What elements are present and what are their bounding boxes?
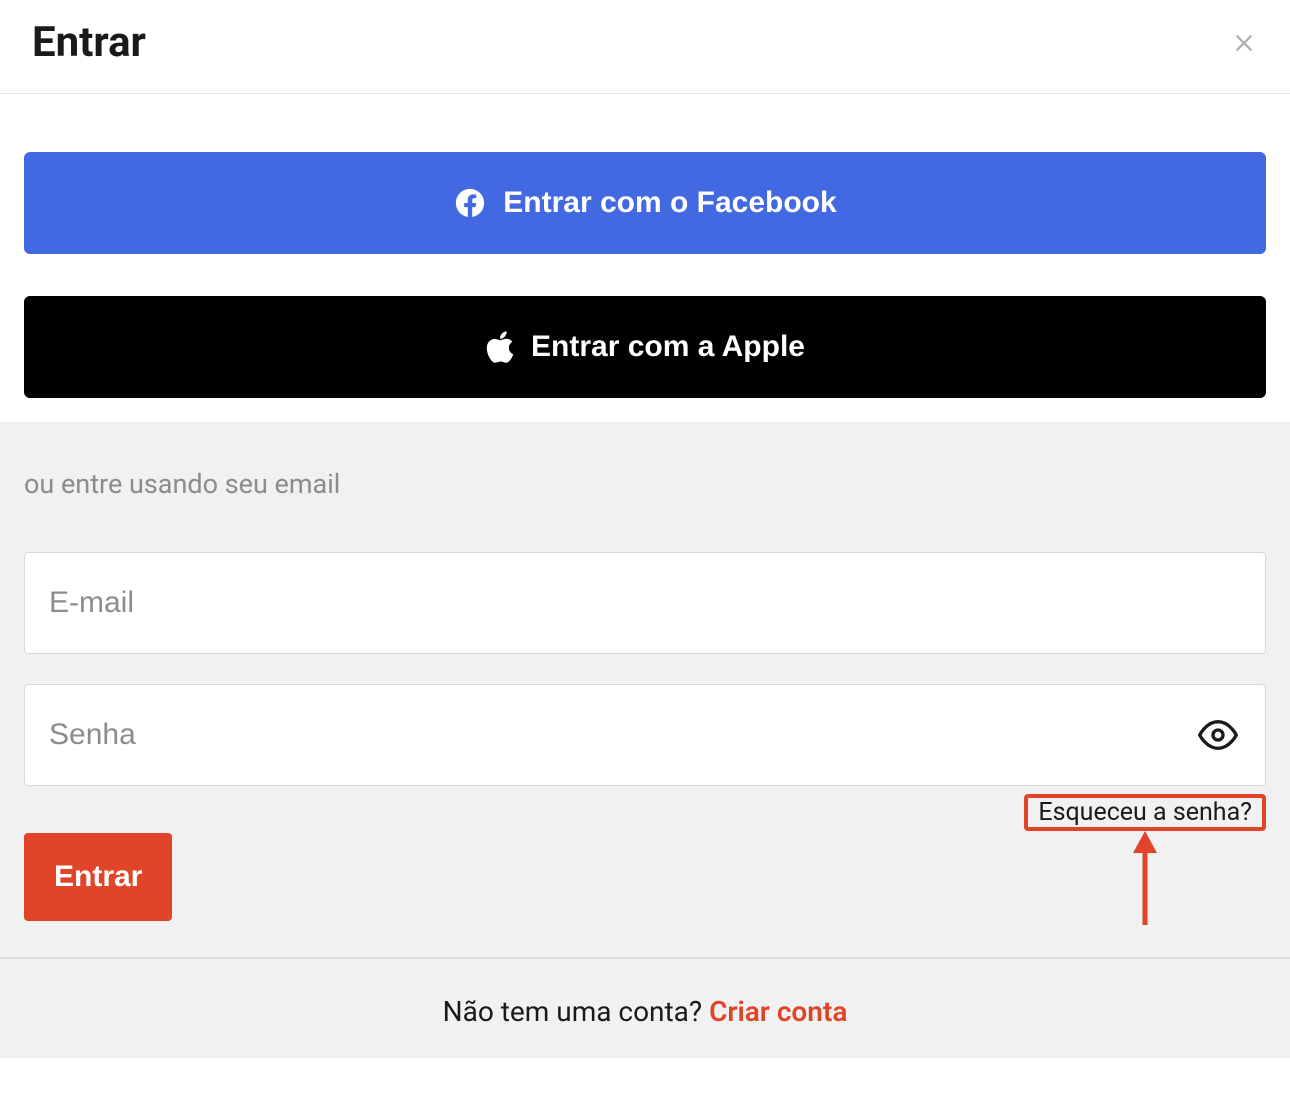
facebook-icon <box>453 186 487 220</box>
apple-login-button[interactable]: Entrar com a Apple <box>24 296 1266 398</box>
modal-title: Entrar <box>32 18 146 67</box>
apple-icon <box>485 329 515 365</box>
annotation-highlight: Esqueceu a senha? <box>1024 794 1266 831</box>
annotation-arrow-icon <box>1125 831 1165 925</box>
email-input[interactable] <box>24 552 1266 654</box>
password-input[interactable] <box>24 684 1266 786</box>
create-account-link[interactable]: Criar conta <box>709 995 847 1028</box>
show-password-icon[interactable] <box>1198 715 1238 755</box>
social-login-section: Entrar com o Facebook Entrar com a Apple <box>0 94 1290 422</box>
signup-footer: Não tem uma conta? Criar conta <box>0 957 1290 1058</box>
facebook-button-label: Entrar com o Facebook <box>503 186 836 220</box>
password-input-wrapper <box>24 684 1266 786</box>
modal-header: Entrar <box>0 0 1290 94</box>
email-login-section: ou entre usando seu email Esqueceu a sen… <box>0 422 1290 957</box>
email-input-wrapper <box>24 552 1266 654</box>
facebook-login-button[interactable]: Entrar com o Facebook <box>24 152 1266 254</box>
apple-button-label: Entrar com a Apple <box>531 330 805 364</box>
close-icon[interactable] <box>1230 29 1258 57</box>
submit-login-button[interactable]: Entrar <box>24 833 172 921</box>
email-divider-text: ou entre usando seu email <box>24 468 1266 500</box>
forgot-password-row: Esqueceu a senha? <box>24 794 1266 831</box>
signup-prompt-text: Não tem uma conta? <box>443 995 709 1028</box>
